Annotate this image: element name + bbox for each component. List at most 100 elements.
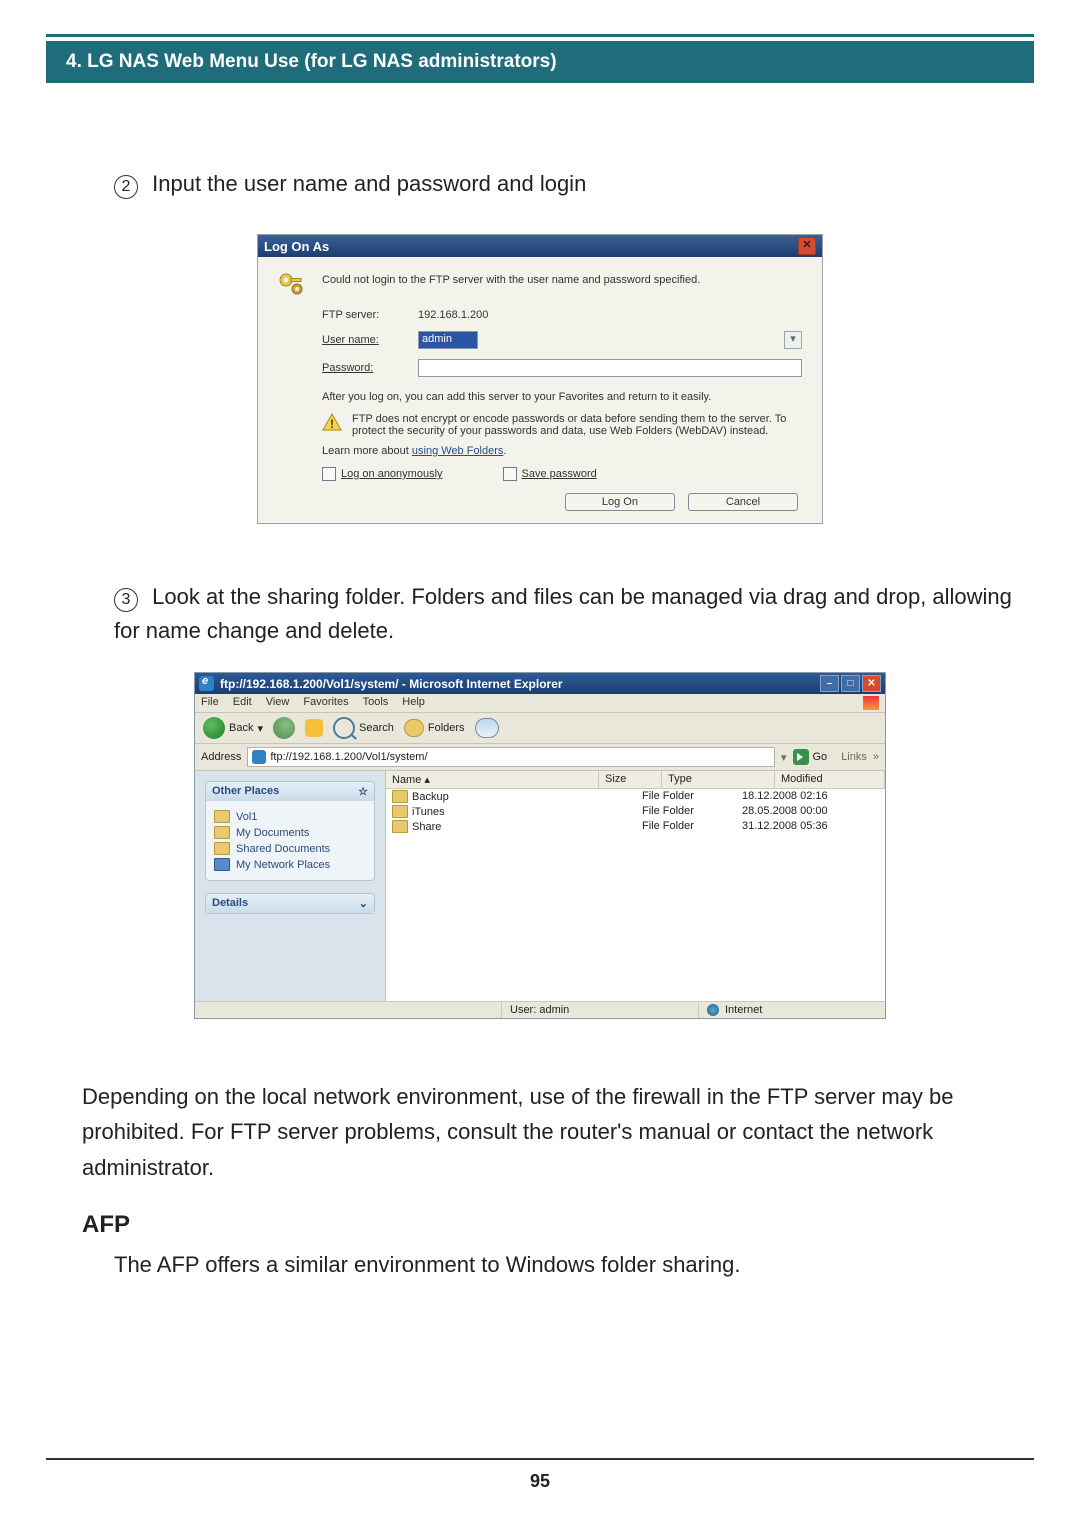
logon-titlebar: Log On As ✕ — [258, 235, 822, 257]
minimize-icon[interactable]: – — [820, 675, 839, 692]
learn-web-folders-link[interactable]: using Web Folders — [412, 445, 504, 457]
table-row[interactable]: iTunes File Folder 28.05.2008 00:00 — [386, 804, 885, 819]
address-input[interactable]: ftp://192.168.1.200/Vol1/system/ — [247, 747, 775, 767]
user-name-input[interactable]: admin — [418, 331, 478, 349]
page-number: 95 — [0, 1471, 1080, 1492]
links-expand-icon[interactable]: » — [873, 751, 879, 763]
details-title: Details — [212, 897, 248, 910]
menu-view[interactable]: View — [266, 696, 290, 710]
folder-icon — [392, 805, 408, 818]
save-password-checkbox[interactable]: Save password — [503, 467, 597, 481]
log-on-button[interactable]: Log On — [565, 493, 675, 511]
file-type: File Folder — [642, 790, 742, 803]
step-3: 3 Look at the sharing folder. Folders an… — [114, 580, 1034, 648]
learn-prefix: Learn more about — [322, 445, 412, 457]
sidebar-item-label: Shared Documents — [236, 843, 330, 855]
file-modified: 28.05.2008 00:00 — [742, 805, 885, 818]
file-modified: 31.12.2008 05:36 — [742, 820, 885, 833]
menu-edit[interactable]: Edit — [233, 696, 252, 710]
other-places-title: Other Places — [212, 785, 279, 798]
explorer-titlebar: ftp://192.168.1.200/Vol1/system/ - Micro… — [195, 673, 885, 694]
menu-file[interactable]: File — [201, 696, 219, 710]
menu-help[interactable]: Help — [402, 696, 425, 710]
folders-button[interactable]: Folders — [404, 719, 465, 737]
file-type: File Folder — [642, 820, 742, 833]
sidebar-item-my-documents[interactable]: My Documents — [214, 826, 366, 839]
step-3-number: 3 — [114, 588, 138, 612]
back-button[interactable]: Back ▾ — [203, 717, 263, 739]
folder-icon — [392, 820, 408, 833]
chevron-down-icon: ▾ — [257, 722, 263, 735]
windows-flag-icon — [863, 696, 879, 710]
file-modified: 18.12.2008 02:16 — [742, 790, 885, 803]
go-button[interactable]: Go — [793, 749, 828, 765]
links-label[interactable]: Links — [841, 751, 867, 763]
window-close-icon[interactable]: ✕ — [862, 675, 881, 692]
network-icon — [214, 858, 230, 871]
collapse-icon: ☆ — [358, 785, 368, 798]
warning-text: FTP does not encrypt or encode passwords… — [352, 413, 802, 437]
sort-asc-icon: ▴ — [424, 774, 430, 786]
column-modified[interactable]: Modified — [775, 771, 885, 788]
log-on-anonymously-checkbox[interactable]: Log on anonymously — [322, 467, 443, 481]
table-row[interactable]: Share File Folder 31.12.2008 05:36 — [386, 819, 885, 834]
menu-tools[interactable]: Tools — [363, 696, 389, 710]
logon-title: Log On As — [264, 239, 329, 254]
paragraph-afp: The AFP offers a similar environment to … — [114, 1247, 1034, 1282]
section-banner: 4. LG NAS Web Menu Use (for LG NAS admin… — [46, 41, 1034, 83]
other-places-header[interactable]: Other Places ☆ — [206, 782, 374, 801]
ie-icon — [252, 750, 266, 764]
sidebar-item-label: My Network Places — [236, 859, 330, 871]
column-size[interactable]: Size — [599, 771, 662, 788]
status-net-label: Internet — [725, 1004, 762, 1016]
ftp-server-value: 192.168.1.200 — [418, 309, 802, 321]
back-label: Back — [229, 722, 253, 734]
globe-icon — [707, 1004, 719, 1016]
file-name: Backup — [412, 791, 449, 803]
status-bar: User: admin Internet — [195, 1001, 885, 1018]
views-icon[interactable] — [475, 718, 499, 738]
step-2: 2 Input the user name and password and l… — [114, 171, 1034, 199]
step-2-text: Input the user name and password and log… — [152, 171, 586, 196]
password-input[interactable] — [418, 359, 802, 377]
details-header[interactable]: Details ⌄ — [206, 894, 374, 913]
file-name: Share — [412, 821, 441, 833]
sidebar-item-label: Vol1 — [236, 811, 257, 823]
toolbar: Back ▾ Search Folders — [195, 713, 885, 744]
user-name-label: User name: — [322, 334, 379, 346]
ftp-server-label: FTP server: — [322, 309, 418, 321]
address-label: Address — [201, 751, 241, 763]
folder-icon — [404, 719, 424, 737]
explorer-title: ftp://192.168.1.200/Vol1/system/ - Micro… — [220, 677, 563, 691]
sidebar-item-my-network-places[interactable]: My Network Places — [214, 858, 366, 871]
address-bar: Address ftp://192.168.1.200/Vol1/system/… — [195, 744, 885, 771]
logon-message: Could not login to the FTP server with t… — [322, 271, 802, 299]
column-name[interactable]: Name ▴ — [386, 771, 599, 788]
address-dropdown-icon[interactable]: ▾ — [781, 751, 787, 764]
folders-label: Folders — [428, 722, 465, 734]
chevron-down-icon[interactable]: ▾ — [784, 331, 802, 349]
svg-text:!: ! — [330, 417, 334, 431]
explorer-sidebar: Other Places ☆ Vol1 My Documents Shared … — [195, 771, 386, 1001]
maximize-icon[interactable]: □ — [841, 675, 860, 692]
sidebar-item-vol1[interactable]: Vol1 — [214, 810, 366, 823]
search-button[interactable]: Search — [333, 717, 394, 739]
sidebar-item-shared-documents[interactable]: Shared Documents — [214, 842, 366, 855]
column-type[interactable]: Type — [662, 771, 775, 788]
explorer-window: ftp://192.168.1.200/Vol1/system/ - Micro… — [194, 672, 886, 1019]
folder-icon — [214, 842, 230, 855]
password-label: Password: — [322, 362, 373, 374]
go-label: Go — [813, 751, 828, 763]
ie-icon — [199, 676, 214, 691]
footer-rule — [46, 1458, 1034, 1460]
menu-favorites[interactable]: Favorites — [303, 696, 348, 710]
keys-icon — [278, 271, 310, 299]
back-icon — [203, 717, 225, 739]
afp-heading: AFP — [82, 1211, 1034, 1239]
menu-bar: File Edit View Favorites Tools Help — [195, 694, 885, 713]
close-icon[interactable]: ✕ — [798, 237, 816, 255]
favorites-icon[interactable] — [305, 719, 323, 737]
table-row[interactable]: Backup File Folder 18.12.2008 02:16 — [386, 789, 885, 804]
cancel-button[interactable]: Cancel — [688, 493, 798, 511]
forward-icon[interactable] — [273, 717, 295, 739]
